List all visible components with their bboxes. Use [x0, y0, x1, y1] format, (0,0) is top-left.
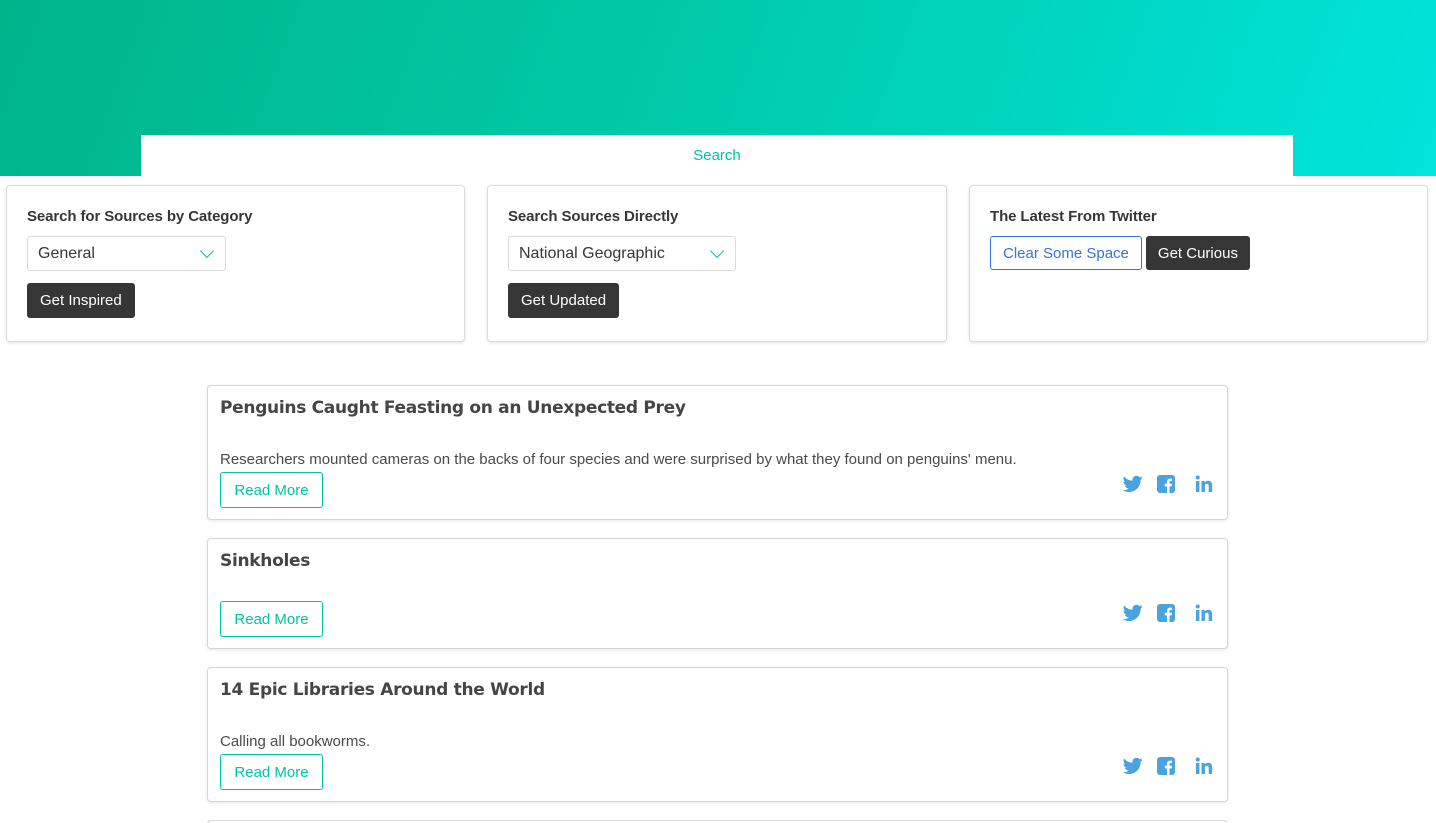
article-title: Penguins Caught Feasting on an Unexpecte… — [220, 398, 686, 418]
sources-panel-title: Search Sources Directly — [508, 208, 679, 225]
article-card: Penguins Caught Feasting on an Unexpecte… — [207, 385, 1228, 520]
facebook-icon[interactable] — [1157, 475, 1175, 493]
category-select-value: General — [38, 244, 95, 262]
article-card: Sinkholes Read More — [207, 538, 1228, 649]
chevron-down-icon — [199, 243, 215, 259]
article-card: 14 Epic Libraries Around the World Calli… — [207, 667, 1228, 802]
twitter-panel: The Latest From Twitter Clear Some Space… — [969, 185, 1428, 342]
source-select-value: National Geographic — [519, 244, 665, 262]
chevron-down-icon — [709, 243, 725, 259]
tab-search[interactable]: Search — [693, 147, 741, 164]
twitter-icon[interactable] — [1123, 604, 1143, 622]
share-icons — [1123, 757, 1213, 775]
category-select[interactable]: General — [27, 236, 226, 271]
linkedin-icon[interactable] — [1195, 757, 1213, 775]
category-panel: Search for Sources by Category General G… — [6, 185, 465, 342]
read-more-button[interactable]: Read More — [220, 601, 323, 637]
linkedin-icon[interactable] — [1195, 604, 1213, 622]
category-panel-title: Search for Sources by Category — [27, 208, 253, 225]
facebook-icon[interactable] — [1157, 757, 1175, 775]
share-icons — [1123, 475, 1213, 493]
article-description: Researchers mounted cameras on the backs… — [220, 451, 1017, 468]
get-updated-button[interactable]: Get Updated — [508, 283, 620, 318]
article-title: 14 Epic Libraries Around the World — [220, 680, 545, 700]
clear-some-space-button[interactable]: Clear Some Space — [990, 236, 1142, 270]
read-more-button[interactable]: Read More — [220, 472, 323, 508]
article-title: Sinkholes — [220, 551, 311, 571]
article-description: Calling all bookworms. — [220, 733, 371, 750]
get-curious-button[interactable]: Get Curious — [1145, 236, 1250, 270]
twitter-icon[interactable] — [1123, 757, 1143, 775]
facebook-icon[interactable] — [1157, 604, 1175, 622]
get-inspired-button[interactable]: Get Inspired — [27, 283, 135, 318]
source-select[interactable]: National Geographic — [508, 236, 736, 271]
share-icons — [1123, 604, 1213, 622]
tab-bar: Search — [141, 135, 1293, 176]
read-more-button[interactable]: Read More — [220, 754, 323, 790]
twitter-panel-title: The Latest From Twitter — [990, 208, 1157, 225]
linkedin-icon[interactable] — [1195, 475, 1213, 493]
sources-panel: Search Sources Directly National Geograp… — [487, 185, 947, 342]
twitter-icon[interactable] — [1123, 475, 1143, 493]
